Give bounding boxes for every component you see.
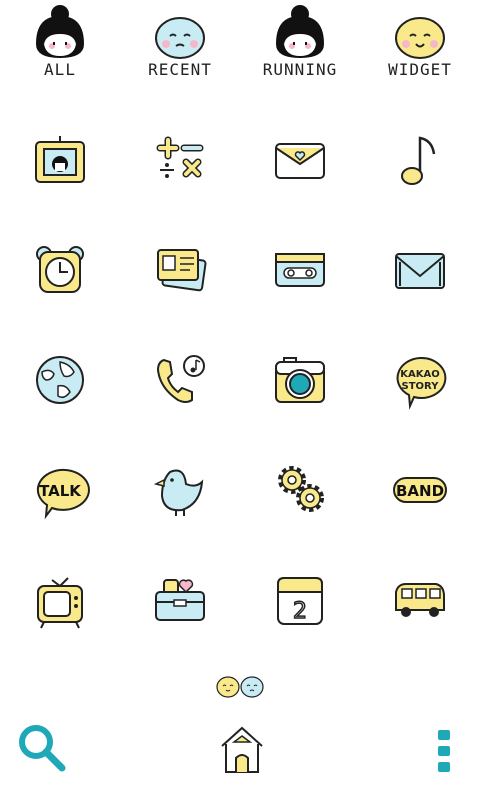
calendar-icon: 2 (277, 577, 323, 625)
band-text: BAND (396, 482, 444, 500)
blue-face-icon (155, 17, 205, 59)
calculator-icon (156, 136, 204, 178)
kakaostory-icon: KAKAO STORY (396, 356, 447, 410)
app-kakaotalk[interactable]: TALK (0, 448, 120, 538)
calendar-day-text: 2 (293, 599, 307, 624)
yellow-face-icon (395, 17, 445, 59)
tab-label: WIDGET (388, 60, 452, 79)
settings-gears-icon (278, 466, 324, 512)
app-gmail[interactable] (360, 228, 480, 318)
home-icon (221, 726, 263, 773)
search-icon (19, 725, 66, 772)
app-band[interactable]: BAND (360, 448, 480, 538)
camera-icon (275, 357, 325, 403)
tv-icon (37, 577, 83, 629)
cassette-tape-icon (275, 253, 325, 287)
tab-all[interactable]: ALL (0, 0, 120, 90)
girl-face-icon (276, 5, 324, 58)
app-calendar[interactable]: 2 (240, 558, 360, 648)
app-tv[interactable] (0, 558, 120, 648)
tab-widget[interactable]: WIDGET (360, 0, 480, 90)
gmail-icon (395, 253, 445, 289)
app-messages[interactable] (240, 118, 360, 208)
kakaostory-text-2: STORY (402, 381, 440, 392)
tab-label: RECENT (148, 60, 212, 79)
app-calculator[interactable] (120, 118, 240, 208)
page-indicator (216, 674, 266, 700)
tab-label: RUNNING (262, 60, 338, 79)
bus-icon (395, 583, 445, 617)
toolbox-icon (155, 579, 205, 621)
photo-frame-icon (35, 136, 85, 183)
tab-label: ALL (44, 60, 76, 79)
app-settings[interactable] (240, 448, 360, 538)
menu-button[interactable] (428, 720, 464, 790)
band-icon: BAND (393, 477, 447, 503)
search-button[interactable] (14, 720, 74, 790)
message-envelope-icon (275, 143, 325, 179)
app-browser[interactable] (0, 338, 120, 428)
app-music[interactable] (360, 118, 480, 208)
app-alarm[interactable] (0, 228, 120, 318)
app-phone[interactable] (120, 338, 240, 428)
kakaotalk-text: TALK (39, 482, 82, 500)
menu-dots-icon (438, 730, 450, 772)
contacts-card-icon (157, 249, 207, 292)
app-cassette[interactable] (240, 228, 360, 318)
app-kakaostory[interactable]: KAKAO STORY (360, 338, 480, 428)
tab-running[interactable]: RUNNING (240, 0, 360, 90)
bird-icon (153, 469, 204, 516)
app-bus[interactable] (360, 558, 480, 648)
music-note-icon (401, 136, 436, 185)
home-button[interactable] (216, 720, 272, 790)
girl-face-icon (36, 5, 84, 58)
app-bird[interactable] (120, 448, 240, 538)
app-contacts[interactable] (120, 228, 240, 318)
app-camera[interactable] (240, 338, 360, 428)
phone-icon (156, 355, 205, 403)
kakaotalk-icon: TALK (36, 468, 90, 520)
globe-icon (36, 356, 84, 404)
app-toolbox[interactable] (120, 558, 240, 648)
kakaostory-text-1: KAKAO (400, 369, 439, 380)
drawer-tabs: ALL RECENT RUNNING WIDGET (0, 0, 480, 90)
alarm-clock-icon (36, 246, 84, 293)
tab-recent[interactable]: RECENT (120, 0, 240, 90)
app-photo-frame[interactable] (0, 118, 120, 208)
page-dots-icon (216, 676, 264, 698)
bottom-dock (0, 720, 480, 800)
